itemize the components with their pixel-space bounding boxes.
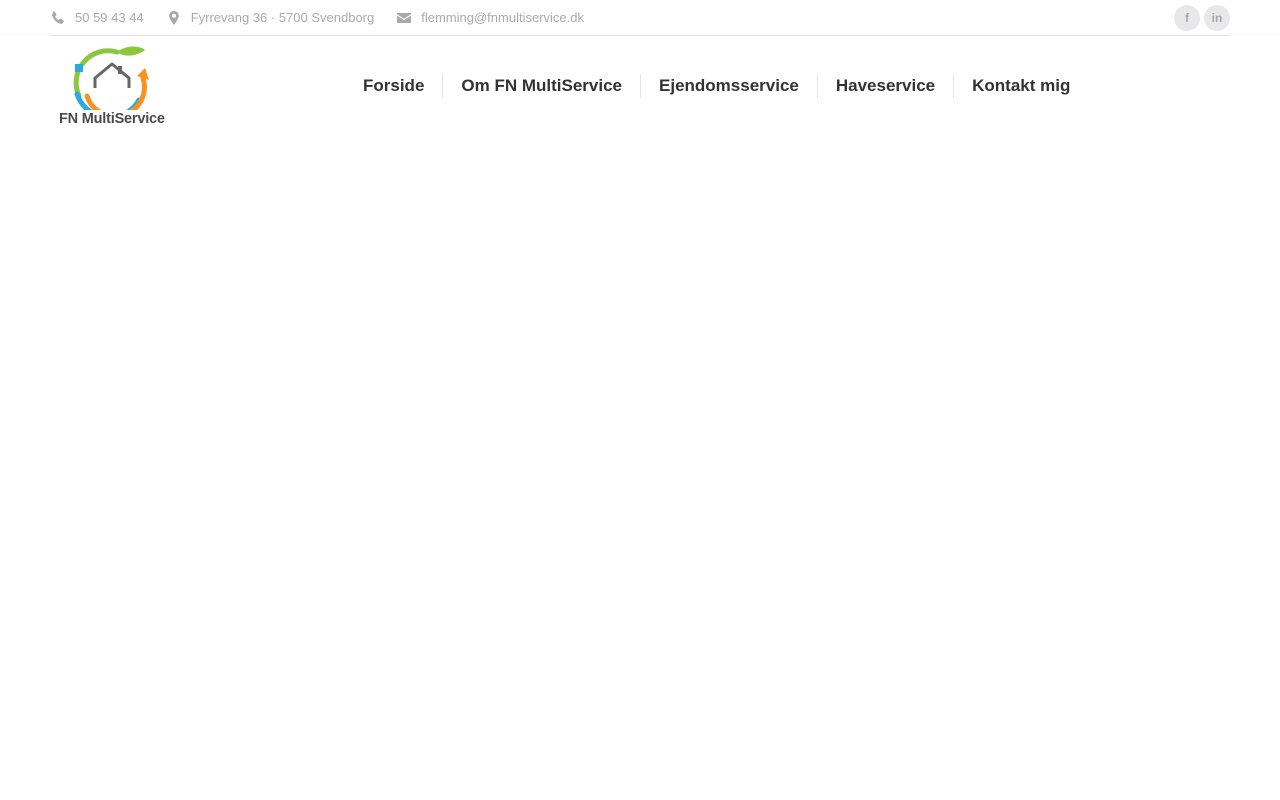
contact-info: 50 59 43 44 Fyrrevang 36 · 5700 Svendbor… xyxy=(50,0,606,35)
linkedin-icon[interactable]: in xyxy=(1204,4,1230,31)
address-text: Fyrrevang 36 · 5700 Svendborg xyxy=(190,10,375,25)
facebook-icon[interactable]: f xyxy=(1174,4,1200,31)
logo[interactable]: FN MultiService xyxy=(57,44,169,130)
main-header: FN MultiService Forside Om FN MultiServi… xyxy=(0,36,1280,136)
logo-text: FN MultiService xyxy=(59,111,165,127)
phone-contact[interactable]: 50 59 43 44 xyxy=(50,10,144,26)
nav-item-ejendomsservice[interactable]: Ejendomsservice xyxy=(640,74,817,98)
mail-icon xyxy=(396,10,412,26)
address-contact: Fyrrevang 36 · 5700 Svendborg xyxy=(166,10,375,26)
top-bar: 50 59 43 44 Fyrrevang 36 · 5700 Svendbor… xyxy=(50,0,1230,36)
map-pin-icon xyxy=(166,10,182,26)
email-link[interactable]: flemming@fnmultiservice.dk xyxy=(421,10,584,25)
nav-item-kontakt-mig[interactable]: Kontakt mig xyxy=(953,74,1088,98)
phone-icon xyxy=(50,10,66,26)
email-contact[interactable]: flemming@fnmultiservice.dk xyxy=(396,10,584,26)
page-content xyxy=(0,136,1280,800)
nav-item-haveservice[interactable]: Haveservice xyxy=(816,74,953,98)
nav-item-om-fn-multiservice[interactable]: Om FN MultiService xyxy=(442,74,640,98)
nav-item-forside[interactable]: Forside xyxy=(345,74,442,98)
social-links: f in xyxy=(1170,4,1230,31)
phone-number: 50 59 43 44 xyxy=(75,10,144,25)
main-navigation: Forside Om FN MultiService Ejendomsservi… xyxy=(345,36,1088,136)
logo-mark xyxy=(73,46,149,110)
